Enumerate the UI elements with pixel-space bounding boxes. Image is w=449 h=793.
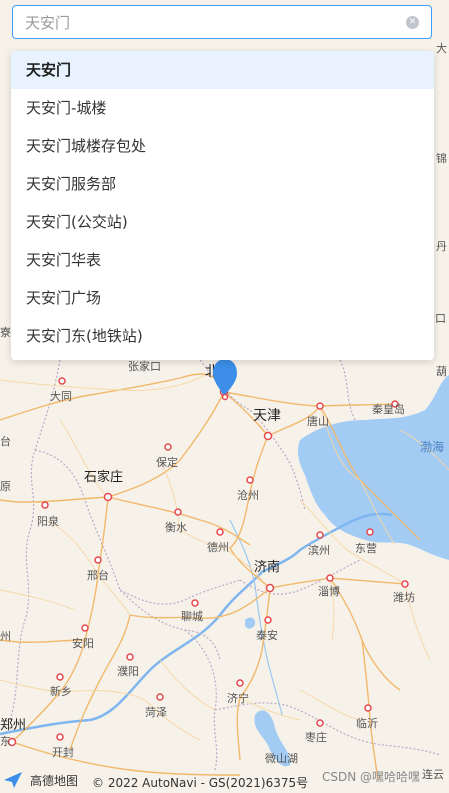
city-liaocheng: 聊城	[181, 609, 203, 623]
city-puyang: 濮阳	[117, 664, 139, 678]
city-xingtai: 邢台	[87, 568, 109, 582]
city-heze: 菏泽	[145, 706, 167, 719]
city-jinan: 济南	[254, 559, 280, 575]
edge-right-1: 葫	[436, 365, 447, 378]
copyright-text: © 2022 AutoNavi - GS(2021)6375号	[92, 776, 309, 790]
suggestion-item[interactable]: 天安门(公交站)	[11, 203, 434, 241]
city-tianjin: 天津	[253, 408, 281, 424]
edge-right-2: 大	[436, 41, 447, 55]
city-zhengzhou: 郑州	[0, 718, 26, 733]
city-jining: 济宁	[227, 691, 249, 705]
city-weishanhu: 微山湖	[265, 751, 298, 765]
edge-left-5: 东	[0, 735, 11, 748]
city-yangquan: 阳泉	[37, 514, 59, 528]
city-dezhou: 德州	[207, 540, 229, 554]
city-qinhuangdao: 秦皇岛	[372, 402, 405, 416]
city-kaifeng: 开封	[52, 745, 74, 759]
search-box[interactable]: ✕	[12, 5, 432, 39]
suggestion-item[interactable]: 天安门城楼存包处	[11, 127, 434, 165]
suggestion-dropdown: 天安门 天安门-城楼 天安门城楼存包处 天安门服务部 天安门(公交站) 天安门华…	[11, 51, 434, 360]
map-footer: 高德地图 © 2022 AutoNavi - GS(2021)6375号 CSD…	[0, 768, 449, 793]
edge-right-3: 锦	[436, 151, 447, 165]
suggestion-item[interactable]: 天安门华表	[11, 241, 434, 279]
suggestion-item[interactable]: 天安门	[11, 51, 434, 89]
gaode-logo-icon	[4, 772, 22, 788]
city-zaozhuang: 枣庄	[305, 730, 327, 744]
city-linyi: 临沂	[356, 716, 378, 730]
city-baoding: 保定	[156, 455, 178, 469]
city-zhangjiakou: 张家口	[128, 359, 161, 373]
edge-left-3: 州	[0, 630, 11, 643]
edge-left-2: 台	[0, 434, 11, 448]
water-bohai: 渤海	[420, 439, 444, 454]
city-cangzhou: 沧州	[237, 488, 259, 502]
suggestion-item[interactable]: 天安门服务部	[11, 165, 434, 203]
suggestion-item[interactable]: 天安门-城楼	[11, 89, 434, 127]
search-input[interactable]	[25, 6, 405, 38]
city-zibo: 淄博	[318, 585, 340, 598]
logo-text: 高德地图	[30, 774, 79, 788]
close-circle-icon[interactable]: ✕	[406, 16, 419, 29]
city-xinxiang: 新乡	[50, 684, 72, 698]
city-tangshan: 唐山	[307, 414, 329, 428]
watermark-text: CSDN @嘿哈哈嘿	[322, 770, 421, 784]
city-dongying: 东营	[355, 541, 377, 555]
city-binzhou: 滨州	[308, 543, 330, 557]
edge-right-4: 丹	[436, 240, 447, 253]
city-hengshui: 衡水	[165, 521, 187, 534]
city-shijiazhuang: 石家庄	[84, 469, 123, 485]
edge-left-1: 寮	[0, 325, 11, 339]
suggestion-item[interactable]: 天安门东(地铁站)	[11, 317, 434, 355]
city-datong: 大同	[50, 389, 72, 403]
edge-left-4: 原	[0, 480, 11, 493]
city-weifang: 潍坊	[393, 590, 415, 604]
city-taian: 泰安	[256, 628, 278, 642]
suggestion-item[interactable]: 天安门广场	[11, 279, 434, 317]
city-anyang: 安阳	[72, 636, 94, 650]
